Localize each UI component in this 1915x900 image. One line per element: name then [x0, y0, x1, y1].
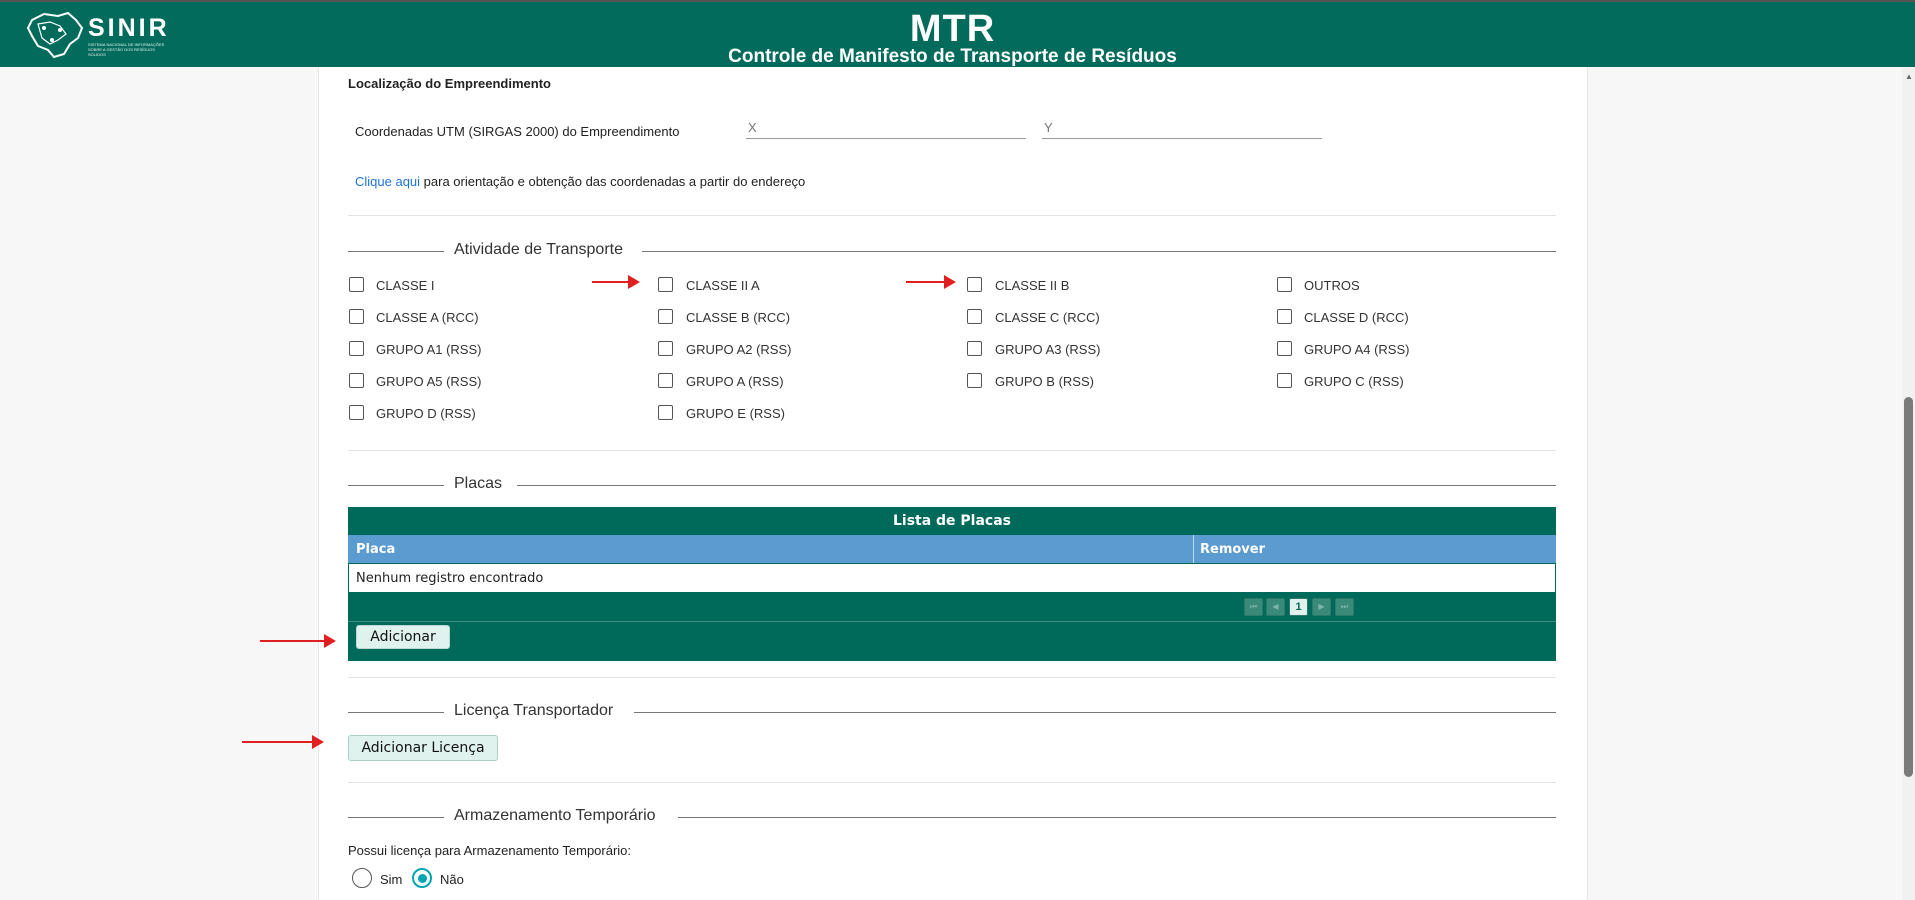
divider: [348, 782, 1556, 783]
localizacao-heading: Localização do Empreendimento: [348, 76, 551, 91]
annotation-arrow: [260, 634, 336, 648]
checkbox-label: GRUPO A1 (RSS): [376, 342, 482, 357]
annotation-arrow: [592, 275, 640, 289]
column-header-remover[interactable]: Remover: [1200, 542, 1265, 557]
placas-table: Lista de Placas Placa Remover Nenhum reg…: [348, 507, 1556, 661]
armazenamento-title: Armazenamento Temporário: [454, 807, 656, 824]
checkbox-label: CLASSE A (RCC): [376, 310, 479, 325]
section-line: [517, 485, 1556, 486]
checkbox-label: GRUPO A5 (RSS): [376, 374, 482, 389]
checkbox-label: GRUPO B (RSS): [995, 374, 1094, 389]
coord-y-input[interactable]: [1042, 117, 1322, 139]
table-row: Nenhum registro encontrado: [349, 564, 1555, 592]
checkbox-classe-a-rcc[interactable]: [349, 309, 364, 324]
prev-page-icon[interactable]: ◀: [1266, 598, 1285, 616]
divider: [348, 215, 1556, 216]
radio-nao[interactable]: [412, 868, 432, 888]
column-header-placa[interactable]: Placa: [356, 542, 395, 557]
coord-x-input[interactable]: [746, 117, 1026, 139]
radio-label-nao: Não: [440, 872, 464, 887]
coords-help-link[interactable]: Clique aqui: [355, 174, 420, 189]
checkbox-grupo-d-rss[interactable]: [349, 405, 364, 420]
coords-help: Clique aqui para orientação e obtenção d…: [355, 174, 805, 189]
annotation-arrow: [906, 275, 956, 289]
table-header: Placa Remover: [348, 535, 1556, 563]
checkbox-label: OUTROS: [1304, 278, 1360, 293]
scroll-up-icon[interactable]: ▲: [1905, 72, 1913, 81]
licenca-title: Licença Transportador: [454, 702, 614, 719]
checkbox-label: CLASSE D (RCC): [1304, 310, 1409, 325]
checkbox-label: GRUPO A3 (RSS): [995, 342, 1101, 357]
divider: [348, 621, 1556, 622]
add-licenca-button[interactable]: Adicionar Licença: [348, 735, 498, 761]
coords-label: Coordenadas UTM (SIRGAS 2000) do Empreen…: [355, 124, 680, 139]
app-subtitle: Controle de Manifesto de Transporte de R…: [728, 46, 1177, 67]
top-header: SINIR SISTEMA NACIONAL DE INFORMAÇÕES SO…: [0, 0, 1915, 67]
checkbox-grupo-a-rss[interactable]: [658, 373, 673, 388]
checkbox-classe-ii-a[interactable]: [658, 277, 673, 292]
checkbox-grupo-a1-rss[interactable]: [349, 341, 364, 356]
coords-help-text: para orientação e obtenção das coordenad…: [423, 174, 806, 189]
radio-label-sim: Sim: [380, 872, 403, 887]
checkbox-grupo-e-rss[interactable]: [658, 405, 673, 420]
placas-title: Placas: [454, 475, 503, 492]
page-number-button[interactable]: 1: [1289, 598, 1308, 616]
checkbox-grupo-a4-rss[interactable]: [1277, 341, 1292, 356]
section-line: [348, 817, 444, 818]
add-placa-button[interactable]: Adicionar: [356, 625, 450, 649]
checkbox-outros[interactable]: [1277, 277, 1292, 292]
checkbox-label: CLASSE B (RCC): [686, 310, 791, 325]
last-page-icon[interactable]: ⏭: [1335, 598, 1354, 616]
checkbox-label: CLASSE C (RCC): [995, 310, 1100, 325]
divider: [348, 450, 1556, 451]
checkbox-grupo-a2-rss[interactable]: [658, 341, 673, 356]
section-line: [634, 712, 1556, 713]
checkbox-classe-ii-b[interactable]: [967, 277, 982, 292]
checkbox-classe-d-rcc[interactable]: [1277, 309, 1292, 324]
section-line: [348, 251, 444, 252]
checkbox-label: CLASSE II B: [995, 278, 1070, 293]
form-panel: [318, 67, 1588, 900]
checkbox-grupo-c-rss[interactable]: [1277, 373, 1292, 388]
checkbox-label: GRUPO C (RSS): [1304, 374, 1404, 389]
checkbox-label: GRUPO A4 (RSS): [1304, 342, 1410, 357]
checkbox-label: CLASSE I: [376, 278, 435, 293]
next-page-icon[interactable]: ▶: [1312, 598, 1331, 616]
checkbox-classe-c-rcc[interactable]: [967, 309, 982, 324]
section-line: [348, 712, 444, 713]
section-line: [678, 817, 1556, 818]
checkbox-classe-b-rcc[interactable]: [658, 309, 673, 324]
checkbox-label: CLASSE II A: [686, 278, 760, 293]
atividade-title: Atividade de Transporte: [454, 241, 623, 258]
armazenamento-question: Possui licença para Armazenamento Tempor…: [348, 843, 632, 858]
column-separator: [1193, 535, 1194, 563]
scrollbar-thumb[interactable]: [1904, 397, 1913, 777]
checkbox-grupo-a5-rss[interactable]: [349, 373, 364, 388]
checkbox-label: GRUPO A2 (RSS): [686, 342, 792, 357]
table-title: Lista de Placas: [892, 513, 1012, 529]
radio-sim[interactable]: [352, 868, 372, 888]
section-line: [642, 251, 1556, 252]
checkbox-label: GRUPO E (RSS): [686, 406, 785, 421]
checkbox-grupo-b-rss[interactable]: [967, 373, 982, 388]
annotation-arrow: [242, 735, 324, 749]
divider: [348, 677, 1556, 678]
checkbox-classe-i[interactable]: [349, 277, 364, 292]
first-page-icon[interactable]: ⏮: [1244, 598, 1263, 616]
checkbox-grupo-a3-rss[interactable]: [967, 341, 982, 356]
section-line: [348, 485, 444, 486]
scrollbar[interactable]: ▲: [1902, 67, 1915, 900]
checkbox-label: GRUPO D (RSS): [376, 406, 476, 421]
app-title: MTR: [909, 8, 996, 50]
checkbox-label: GRUPO A (RSS): [686, 374, 784, 389]
